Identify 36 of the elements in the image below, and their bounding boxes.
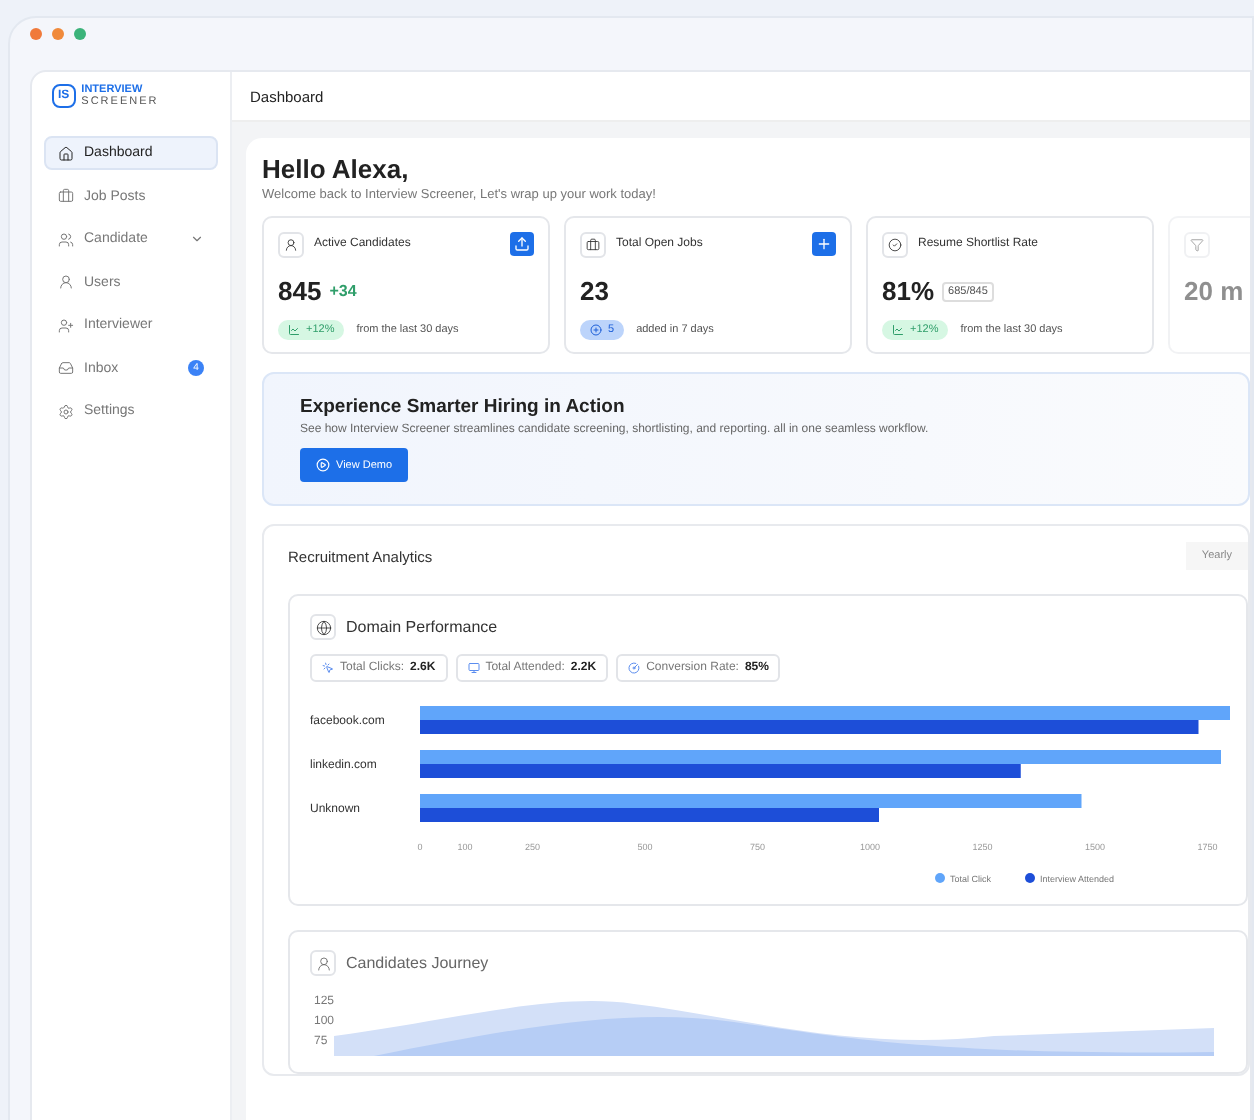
play-icon	[316, 458, 330, 472]
user-plus-icon	[58, 317, 74, 333]
card-title: Domain Performance	[346, 618, 498, 636]
chart-icon	[892, 324, 904, 336]
window-dot[interactable]	[74, 28, 86, 40]
upload-button[interactable]	[510, 232, 534, 256]
monitor-icon	[467, 662, 480, 674]
card-title: Candidates Journey	[346, 954, 489, 972]
add-button[interactable]	[812, 232, 836, 256]
user-icon	[278, 231, 304, 257]
chart-icon	[288, 324, 300, 336]
check-circle-icon	[882, 231, 908, 257]
globe-icon	[310, 614, 336, 640]
window-dot[interactable]	[30, 28, 42, 40]
upload-icon	[514, 236, 530, 252]
window-dot[interactable]	[52, 28, 64, 40]
stat-value: 845	[278, 276, 322, 306]
banner-title: Experience Smarter Hiring in Action	[300, 396, 627, 418]
gauge-icon	[628, 662, 641, 674]
home-icon	[58, 145, 74, 161]
pointer-icon	[322, 662, 334, 674]
user-icon	[58, 274, 74, 290]
stat-delta: +34	[329, 282, 357, 300]
filter-icon	[1184, 231, 1210, 257]
user-icon	[310, 950, 336, 976]
briefcase-icon	[580, 231, 606, 257]
stat-value: 20 m	[1184, 276, 1244, 306]
stat-value: 81%	[882, 276, 935, 306]
settings-icon	[58, 403, 74, 419]
briefcase-icon	[58, 188, 74, 204]
users-icon	[58, 231, 74, 247]
greeting-title: Hello Alexa,	[262, 154, 411, 184]
inbox-icon	[58, 360, 74, 376]
plus-icon	[816, 236, 832, 252]
stat-value: 23	[580, 276, 609, 306]
plus-circle-icon	[590, 324, 602, 336]
